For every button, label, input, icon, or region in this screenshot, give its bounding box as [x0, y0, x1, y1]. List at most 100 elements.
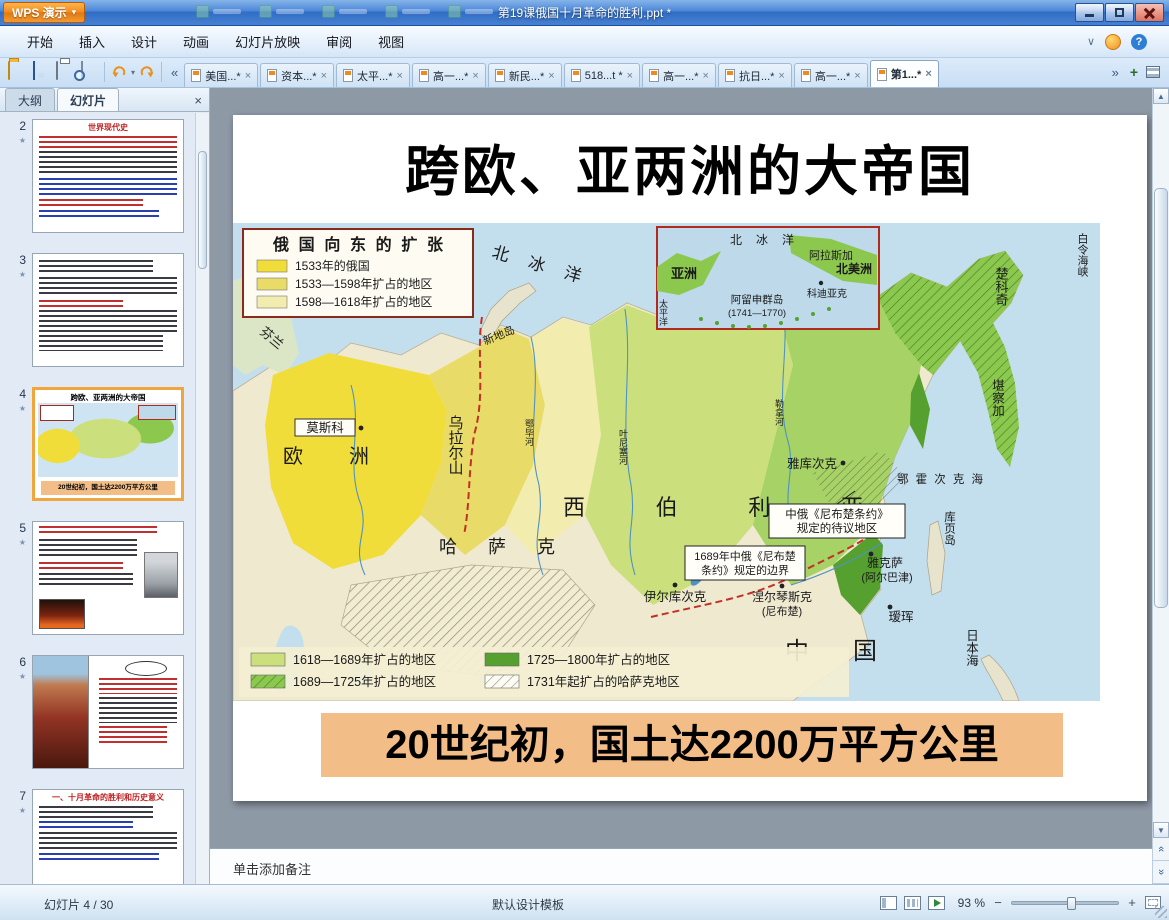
- tab-close-icon[interactable]: ×: [778, 70, 784, 82]
- panel-scrollbar[interactable]: [195, 113, 209, 884]
- document-tab-label: 抗日...*: [738, 70, 775, 83]
- menu-review[interactable]: 审阅: [313, 27, 365, 56]
- document-tab[interactable]: 高一...* ×: [793, 63, 868, 87]
- slide-caption-box[interactable]: 20世纪初，国土达2200万平方公里: [321, 713, 1063, 777]
- tab-outline[interactable]: 大纲: [5, 88, 56, 111]
- menu-home[interactable]: 开始: [14, 27, 66, 56]
- document-icon: [418, 69, 429, 82]
- document-icon: [267, 69, 278, 82]
- main-scrollbar-thumb[interactable]: [1154, 188, 1168, 608]
- tab-close-icon[interactable]: ×: [548, 70, 554, 82]
- slide-thumbnail-row-5[interactable]: 5 ★: [0, 521, 195, 635]
- tab-close-icon[interactable]: ×: [854, 70, 860, 82]
- slide-thumbnail[interactable]: [32, 253, 184, 367]
- tab-scroll-right-icon[interactable]: »: [1109, 65, 1122, 80]
- redo-icon[interactable]: [139, 64, 155, 80]
- help-icon[interactable]: ?: [1131, 33, 1147, 50]
- minimize-button[interactable]: [1075, 3, 1104, 22]
- normal-view-button[interactable]: [879, 895, 897, 910]
- slide-thumbnail-row-7[interactable]: 7 ★ 一、十月革命的胜利和历史意义: [0, 789, 195, 884]
- document-tab-label: 美国...*: [205, 70, 241, 83]
- save-icon[interactable]: [30, 61, 50, 82]
- new-document-icon[interactable]: +: [1130, 64, 1138, 80]
- next-slide-icon: »: [1155, 868, 1167, 876]
- tab-close-icon[interactable]: ×: [925, 68, 931, 80]
- menu-view[interactable]: 视图: [365, 27, 417, 56]
- zoom-in-button[interactable]: +: [1126, 895, 1138, 910]
- tab-close-icon[interactable]: ×: [703, 70, 709, 82]
- tab-close-icon[interactable]: ×: [627, 70, 633, 82]
- main-scrollbar[interactable]: ▲ ▼: [1152, 88, 1169, 838]
- slide-canvas[interactable]: 跨欧、亚两洲的大帝国 北冰洋 芬兰 新地岛 欧洲 乌拉尔山 西伯利 哈萨克 国 …: [233, 115, 1147, 801]
- thumb-text-lines: [39, 199, 143, 207]
- document-tab[interactable]: 高一...* ×: [411, 63, 486, 87]
- zoom-slider[interactable]: [1011, 896, 1119, 910]
- tab-slides[interactable]: 幻灯片: [57, 88, 120, 111]
- thumb-text-lines: [99, 726, 167, 746]
- slide-thumbnail[interactable]: [32, 521, 184, 635]
- label-chukchi: 楚科奇: [994, 267, 1009, 306]
- print-preview-icon[interactable]: [78, 61, 98, 82]
- thumb-text-lines: [39, 178, 177, 196]
- menu-design[interactable]: 设计: [118, 27, 170, 56]
- ribbon-collapse-icon[interactable]: ∨: [1087, 35, 1095, 48]
- document-icon: [191, 69, 202, 82]
- panel-close-icon[interactable]: ×: [194, 93, 202, 108]
- open-folder-icon[interactable]: [6, 61, 26, 82]
- menu-slideshow[interactable]: 幻灯片放映: [222, 27, 313, 56]
- slide-thumbnail[interactable]: 世界现代史: [32, 119, 184, 233]
- document-tab[interactable]: 太平...* ×: [336, 63, 410, 87]
- tab-scroll-left-icon[interactable]: «: [168, 65, 181, 80]
- slide-title[interactable]: 跨欧、亚两洲的大帝国: [233, 127, 1147, 206]
- tab-close-icon[interactable]: ×: [321, 70, 327, 82]
- scroll-down-button[interactable]: ▼: [1153, 822, 1169, 838]
- zoom-out-button[interactable]: −: [992, 895, 1004, 910]
- document-tab[interactable]: 新民...* ×: [487, 63, 562, 87]
- slide-sorter-view-button[interactable]: [903, 895, 921, 910]
- zoom-level[interactable]: 93 %: [958, 896, 985, 910]
- thumb-text-lines: [39, 562, 123, 570]
- slide-number-column: 5 ★: [0, 521, 32, 635]
- thumb-annotation-ellipse: [125, 661, 167, 676]
- slide-thumbnail-row-6[interactable]: 6 ★: [0, 655, 195, 769]
- panel-scrollbar-thumb[interactable]: [198, 151, 207, 269]
- menu-insert[interactable]: 插入: [66, 27, 118, 56]
- slide-thumbnail-row-4-selected[interactable]: 4 ★ 跨欧、亚两洲的大帝国 20世纪初，国土达2200万平方公里: [0, 387, 195, 501]
- document-tab-active[interactable]: 第1...* ×: [869, 60, 939, 87]
- slide-thumbnail[interactable]: 一、十月革命的胜利和历史意义: [32, 789, 184, 884]
- previous-slide-button[interactable]: «: [1153, 838, 1169, 861]
- tab-close-icon[interactable]: ×: [472, 70, 478, 82]
- promo-icon[interactable]: [1105, 33, 1121, 50]
- document-tab[interactable]: 抗日...* ×: [717, 63, 792, 87]
- maximize-button[interactable]: [1105, 3, 1134, 22]
- slide-thumbnail-row-2[interactable]: 2 ★ 世界现代史: [0, 119, 195, 233]
- slide-thumbnail[interactable]: [32, 655, 184, 769]
- slide-thumbnail-row-3[interactable]: 3 ★: [0, 253, 195, 367]
- thumb-caption: 20世纪初，国土达2200万平方公里: [41, 481, 175, 495]
- document-tab-label: 第1...*: [890, 69, 922, 81]
- tab-close-icon[interactable]: ×: [245, 70, 251, 82]
- menu-animation[interactable]: 动画: [170, 27, 222, 56]
- slideshow-view-button[interactable]: [927, 895, 945, 910]
- russia-expansion-map-image[interactable]: 北冰洋 芬兰 新地岛 欧洲 乌拉尔山 西伯利亚 哈萨克 中国 楚科奇 堪察加 鄂…: [233, 223, 1100, 701]
- window-layout-icon[interactable]: [1146, 66, 1160, 78]
- window-resize-grip[interactable]: [1155, 906, 1167, 918]
- print-icon[interactable]: [54, 61, 74, 82]
- document-tab[interactable]: 518...t * ×: [563, 63, 641, 87]
- undo-dropdown-caret-icon[interactable]: ▾: [131, 68, 135, 77]
- notes-panel[interactable]: 单击添加备注: [210, 848, 1152, 884]
- label-lena-river: 勒拿河: [774, 398, 784, 426]
- next-slide-button[interactable]: »: [1153, 861, 1169, 884]
- wps-menu-button[interactable]: WPS 演示 ▾: [3, 2, 86, 23]
- slide-number-column: 6 ★: [0, 655, 32, 769]
- tab-close-icon[interactable]: ×: [396, 70, 402, 82]
- close-button[interactable]: [1135, 3, 1164, 22]
- scroll-up-button[interactable]: ▲: [1153, 88, 1169, 104]
- undo-icon[interactable]: [111, 64, 127, 80]
- document-tab[interactable]: 高一...* ×: [642, 63, 716, 87]
- slide-thumbnail-current[interactable]: 跨欧、亚两洲的大帝国 20世纪初，国土达2200万平方公里: [32, 387, 184, 501]
- document-tab[interactable]: 美国...* ×: [184, 63, 259, 87]
- thumb-text-lines: [39, 151, 177, 175]
- document-tab[interactable]: 资本...* ×: [260, 63, 335, 87]
- zoom-slider-thumb[interactable]: [1067, 896, 1077, 910]
